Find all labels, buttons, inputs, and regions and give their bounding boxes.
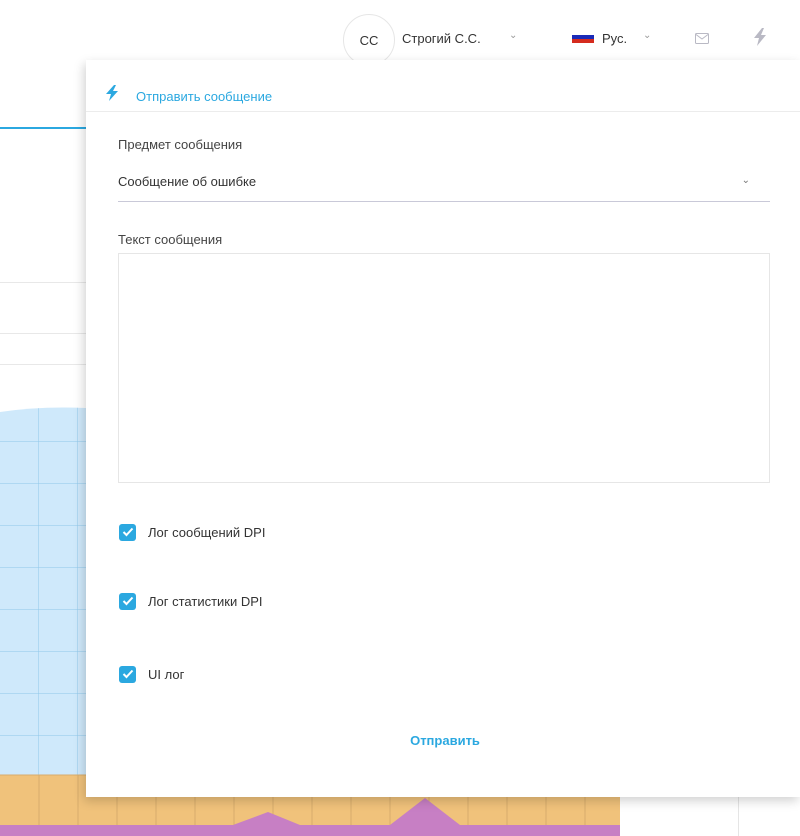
flag-ru-icon[interactable] xyxy=(572,35,594,43)
checkbox-checked-icon[interactable] xyxy=(119,592,136,610)
checkbox-ui-log[interactable]: UI лог xyxy=(119,664,184,684)
send-button[interactable]: Отправить xyxy=(382,729,508,751)
chevron-down-icon[interactable]: ⌄ xyxy=(509,30,517,41)
send-message-popup: Отправить сообщение Предмет сообщения Со… xyxy=(86,60,800,797)
chevron-down-icon[interactable]: ⌄ xyxy=(742,175,750,186)
avatar-initials: СС xyxy=(359,32,379,48)
bolt-icon[interactable] xyxy=(752,28,768,46)
divider xyxy=(0,364,86,365)
subject-value: Сообщение об ошибке xyxy=(118,174,257,189)
popup-header: Отправить сообщение xyxy=(86,60,800,112)
message-textarea[interactable] xyxy=(118,253,770,483)
checkbox-checked-icon[interactable] xyxy=(119,665,136,683)
message-label: Текст сообщения xyxy=(118,232,223,247)
avatar[interactable]: СС xyxy=(343,14,395,66)
language-selector[interactable]: Рус. xyxy=(602,31,627,46)
popup-title: Отправить сообщение xyxy=(136,89,273,104)
checkbox-label: UI лог xyxy=(148,666,185,682)
chevron-down-icon[interactable]: ⌄ xyxy=(643,30,651,41)
divider xyxy=(0,282,86,283)
checkbox-checked-icon[interactable] xyxy=(119,523,136,541)
bolt-icon xyxy=(106,85,118,101)
checkbox-label: Лог сообщений DPI xyxy=(148,524,266,540)
checkbox-label: Лог статистики DPI xyxy=(148,593,263,609)
divider xyxy=(0,333,86,334)
checkbox-dpi-stats-log[interactable]: Лог статистики DPI xyxy=(119,591,263,611)
subject-select[interactable]: Сообщение об ошибке ⌄ xyxy=(118,164,770,202)
mail-icon[interactable] xyxy=(695,33,709,44)
subject-label: Предмет сообщения xyxy=(118,137,243,152)
checkbox-dpi-messages-log[interactable]: Лог сообщений DPI xyxy=(119,522,265,542)
active-tab-underline xyxy=(0,127,86,129)
user-menu-name[interactable]: Строгий С.С. xyxy=(402,31,481,46)
